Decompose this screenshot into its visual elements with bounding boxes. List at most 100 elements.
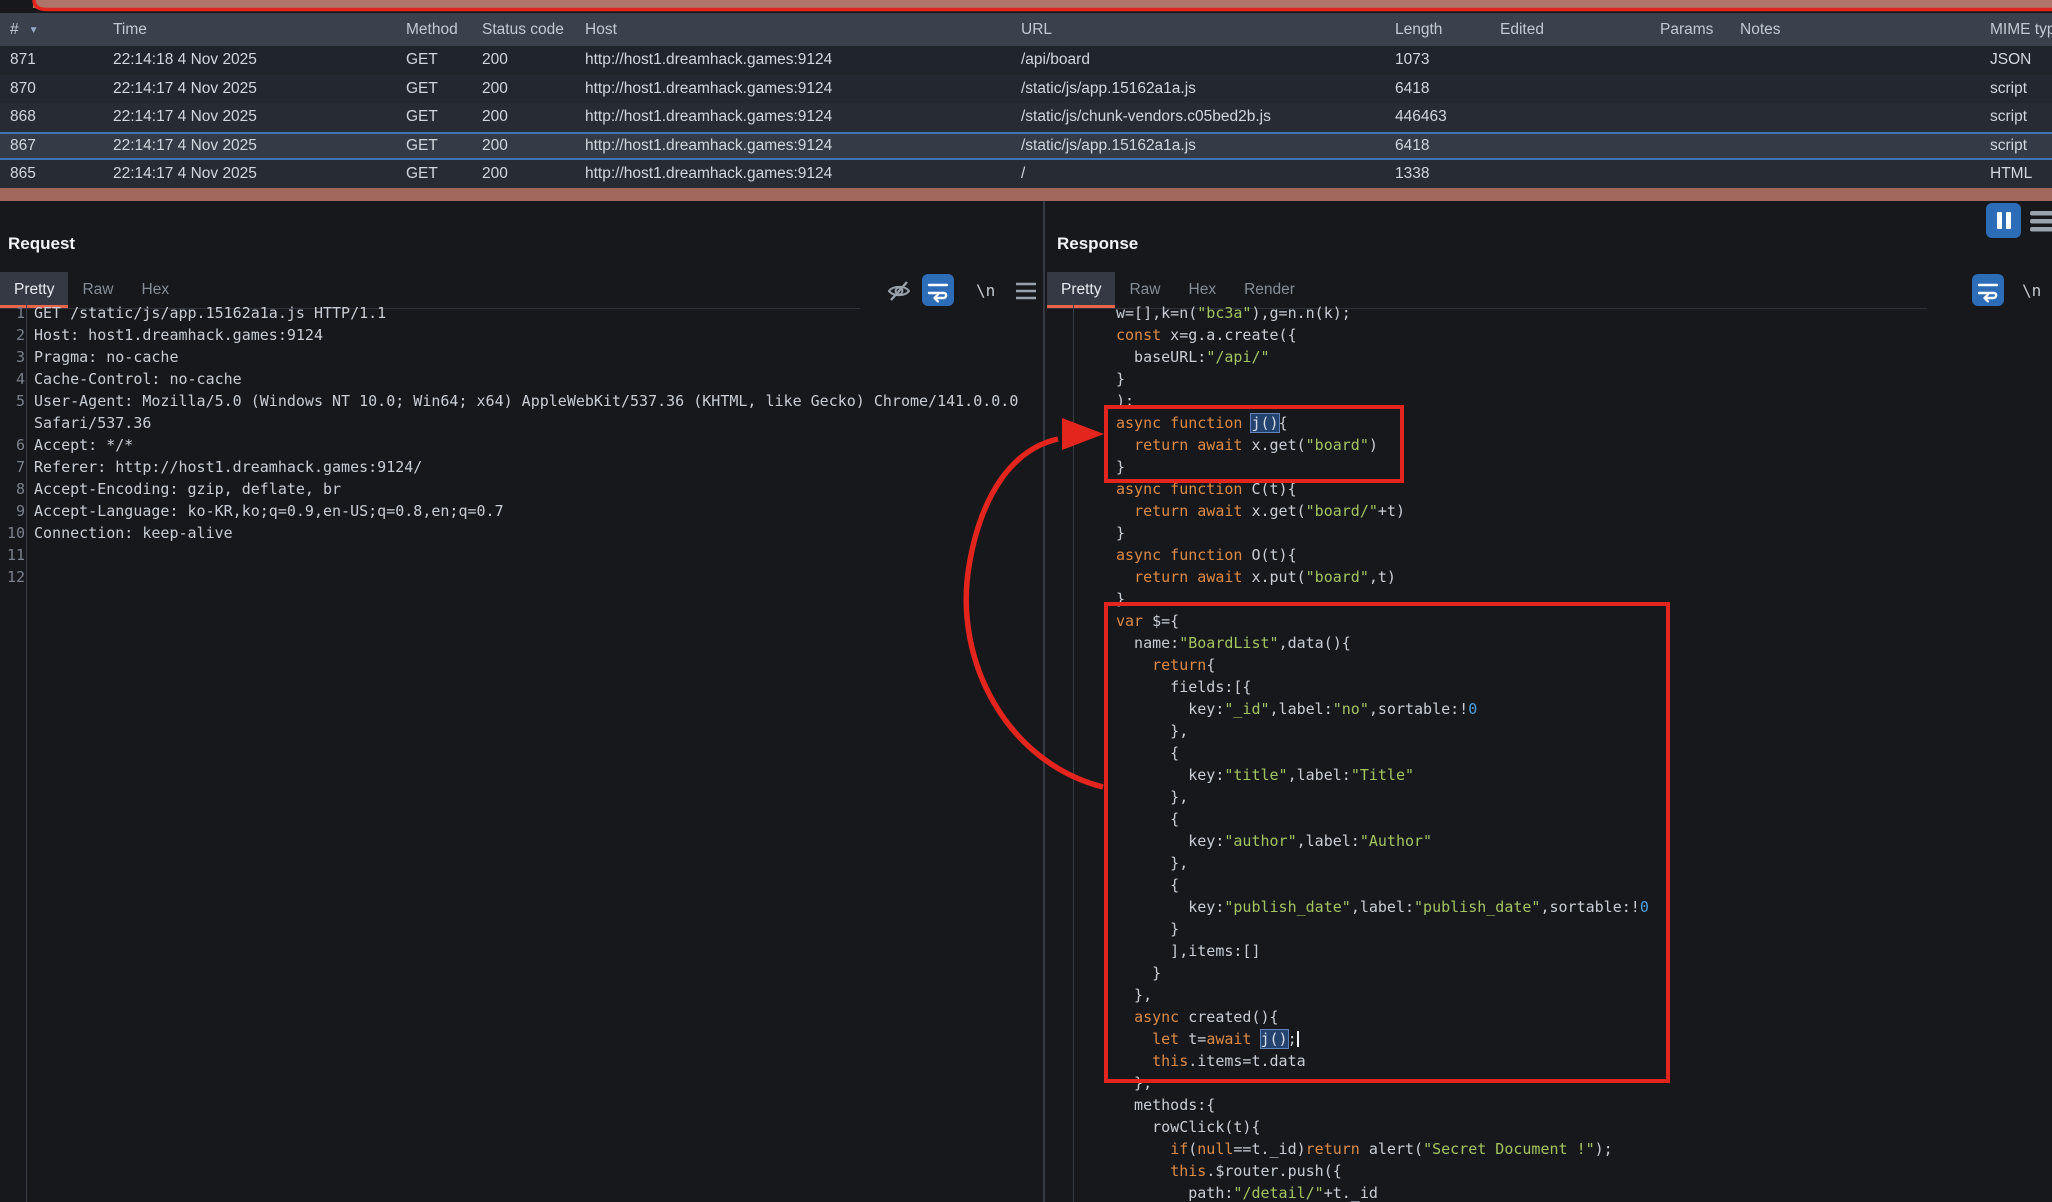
table-row[interactable]: 86822:14:17 4 Nov 2025GET200http://host1… bbox=[0, 103, 2052, 132]
code-text: }, bbox=[1116, 854, 1188, 872]
request-editor[interactable]: 1GET /static/js/app.15162a1a.js HTTP/1.1… bbox=[4, 302, 1040, 588]
cell-host: http://host1.dreamhack.games:9124 bbox=[585, 46, 832, 75]
column-header-params[interactable]: Params bbox=[1660, 13, 1713, 46]
code-line: 12 bbox=[4, 566, 1040, 588]
cell-length: 6418 bbox=[1395, 134, 1429, 163]
search-highlight: j() bbox=[1251, 414, 1278, 432]
request-panel-title: Request bbox=[8, 234, 75, 254]
table-row[interactable]: 87122:14:18 4 Nov 2025GET200http://host1… bbox=[0, 46, 2052, 75]
code-line: return await x.put("board",t) bbox=[1116, 566, 2052, 588]
code-line: }, bbox=[1116, 720, 2052, 742]
column-header-url[interactable]: URL bbox=[1021, 13, 1052, 46]
table-row[interactable]: 86522:14:17 4 Nov 2025GET200http://host1… bbox=[0, 160, 2052, 189]
code-text: var bbox=[1116, 612, 1143, 630]
column-header-status-code[interactable]: Status code bbox=[482, 13, 564, 46]
text-caret bbox=[1297, 1031, 1299, 1047]
code-line: const x=g.a.create({ bbox=[1116, 324, 2052, 346]
code-text: Safari/537.36 bbox=[34, 414, 151, 432]
code-line: 2Host: host1.dreamhack.games:9124 bbox=[4, 324, 1040, 346]
code-text bbox=[1251, 1030, 1260, 1048]
code-text: path: bbox=[1116, 1184, 1233, 1202]
code-text: ==t._id) bbox=[1233, 1140, 1305, 1158]
code-text bbox=[1116, 436, 1134, 454]
code-text: await bbox=[1206, 1030, 1251, 1048]
line-number: 7 bbox=[4, 456, 34, 478]
code-text: x.get( bbox=[1242, 502, 1305, 520]
column-header-notes[interactable]: Notes bbox=[1740, 13, 1781, 46]
response-panel-title: Response bbox=[1057, 234, 1138, 254]
splitter-band[interactable] bbox=[0, 188, 2052, 201]
code-line: fields:[{ bbox=[1116, 676, 2052, 698]
history-table: 87122:14:18 4 Nov 2025GET200http://host1… bbox=[0, 46, 2052, 189]
code-line: } bbox=[1116, 522, 2052, 544]
code-line: } bbox=[1116, 588, 2052, 610]
code-text: C(t){ bbox=[1242, 480, 1296, 498]
response-editor[interactable]: w=[],k=n("bc3a"),g=n.n(k);const x=g.a.cr… bbox=[1116, 302, 2052, 1202]
table-row[interactable]: 87022:14:17 4 Nov 2025GET200http://host1… bbox=[0, 75, 2052, 104]
line-number: 10 bbox=[4, 522, 34, 544]
code-text: } bbox=[1116, 590, 1125, 608]
column-header-time[interactable]: Time bbox=[113, 13, 147, 46]
menu-icon[interactable] bbox=[2030, 208, 2052, 234]
code-text: "no" bbox=[1333, 700, 1369, 718]
cell-method: GET bbox=[406, 160, 438, 189]
code-text bbox=[1116, 1008, 1134, 1026]
code-text: let bbox=[1152, 1030, 1179, 1048]
code-line: this.$router.push({ bbox=[1116, 1160, 2052, 1182]
code-text: rowClick(t){ bbox=[1116, 1118, 1261, 1136]
cell-url: /static/js/app.15162a1a.js bbox=[1021, 75, 1196, 104]
code-text: return await bbox=[1134, 502, 1242, 520]
code-text: ); bbox=[1595, 1140, 1613, 1158]
code-line: 8Accept-Encoding: gzip, deflate, br bbox=[4, 478, 1040, 500]
code-text: "/api/" bbox=[1206, 348, 1269, 366]
code-text: key: bbox=[1116, 700, 1224, 718]
menu-icon[interactable] bbox=[1014, 280, 1038, 302]
code-text: Host: host1.dreamhack.games:9124 bbox=[34, 326, 323, 344]
code-line: }, bbox=[1116, 984, 2052, 1006]
column-header-mime-type[interactable]: MIME type bbox=[1990, 13, 2052, 46]
cell-status-code: 200 bbox=[482, 46, 508, 75]
cell--: 868 bbox=[10, 103, 36, 132]
cell-mime-type: script bbox=[1990, 75, 2027, 104]
code-text: .$router.push({ bbox=[1206, 1162, 1341, 1180]
line-number: 12 bbox=[4, 566, 34, 588]
code-line: 1GET /static/js/app.15162a1a.js HTTP/1.1 bbox=[4, 302, 1040, 324]
cell-method: GET bbox=[406, 75, 438, 104]
cell-host: http://host1.dreamhack.games:9124 bbox=[585, 75, 832, 104]
code-line: { bbox=[1116, 808, 2052, 830]
response-tab-pretty[interactable]: Pretty bbox=[1047, 272, 1115, 308]
request-response-divider[interactable] bbox=[1043, 201, 1045, 1202]
cell-time: 22:14:17 4 Nov 2025 bbox=[113, 160, 257, 189]
code-line: Safari/537.36 bbox=[4, 412, 1040, 434]
table-row[interactable]: 86722:14:17 4 Nov 2025GET200http://host1… bbox=[0, 132, 2052, 161]
cell-status-code: 200 bbox=[482, 75, 508, 104]
cell-url: /static/js/chunk-vendors.c05bed2b.js bbox=[1021, 103, 1271, 132]
annotation-salmon-top bbox=[33, 0, 2052, 8]
column-header--[interactable]: #▼ bbox=[10, 13, 39, 46]
column-header-host[interactable]: Host bbox=[585, 13, 617, 46]
column-header-edited[interactable]: Edited bbox=[1500, 13, 1544, 46]
code-text: "Author" bbox=[1360, 832, 1432, 850]
column-header-length[interactable]: Length bbox=[1395, 13, 1442, 46]
cell-host: http://host1.dreamhack.games:9124 bbox=[585, 160, 832, 189]
cell-time: 22:14:17 4 Nov 2025 bbox=[113, 134, 257, 163]
code-text: Cache-Control: no-cache bbox=[34, 370, 242, 388]
code-text: Referer: http://host1.dreamhack.games:91… bbox=[34, 458, 422, 476]
newline-icon[interactable]: \n bbox=[976, 281, 995, 300]
code-text: return await bbox=[1134, 568, 1242, 586]
code-text: return await bbox=[1134, 436, 1242, 454]
newline-icon[interactable]: \n bbox=[2022, 281, 2041, 300]
code-text: "board/" bbox=[1306, 502, 1378, 520]
code-text: "board" bbox=[1306, 568, 1369, 586]
code-line: ); bbox=[1116, 390, 2052, 412]
code-text: ),g=n.n(k); bbox=[1251, 304, 1350, 322]
cell-length: 6418 bbox=[1395, 75, 1429, 104]
cell-status-code: 200 bbox=[482, 160, 508, 189]
sort-descending-icon: ▼ bbox=[29, 25, 39, 36]
code-text: "Secret Document !" bbox=[1423, 1140, 1595, 1158]
code-text: ,sortable:! bbox=[1540, 898, 1639, 916]
code-text bbox=[1116, 1052, 1152, 1070]
code-line: rowClick(t){ bbox=[1116, 1116, 2052, 1138]
column-header-method[interactable]: Method bbox=[406, 13, 458, 46]
pause-icon[interactable] bbox=[1986, 203, 2021, 238]
